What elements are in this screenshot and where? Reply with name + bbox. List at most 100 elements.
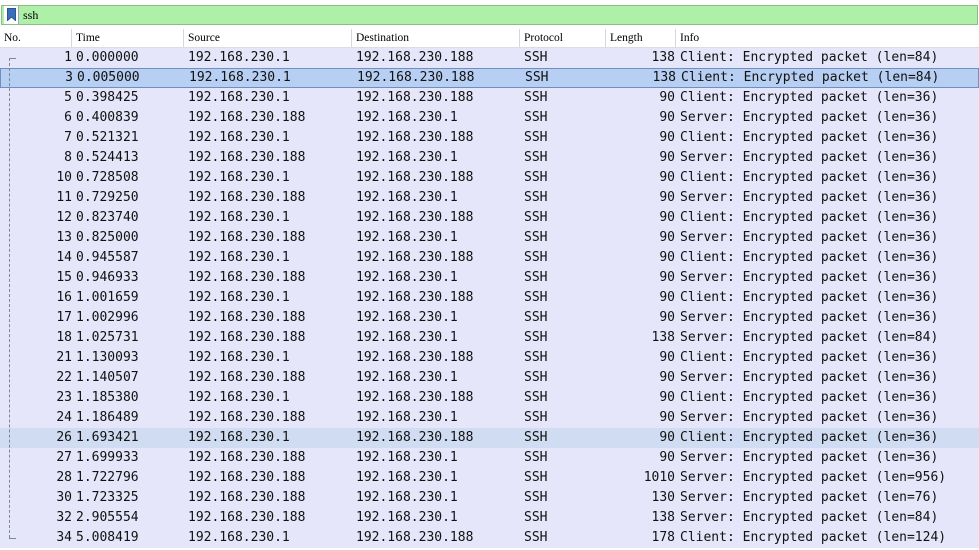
- packet-row[interactable]: 15 0.946933 192.168.230.188 192.168.230.1 SS…: [0, 268, 979, 288]
- packet-number: 16: [56, 290, 72, 305]
- packet-row[interactable]: 27 1.699933 192.168.230.188 192.168.230.1 SS…: [0, 448, 979, 468]
- packet-destination: 192.168.230.1: [356, 510, 458, 525]
- packet-row[interactable]: 24 1.186489 192.168.230.188 192.168.230.1 SS…: [0, 408, 979, 428]
- packet-time: 0.398425: [76, 90, 139, 105]
- packet-protocol: SSH: [524, 290, 548, 305]
- packet-destination: 192.168.230.188: [356, 430, 474, 445]
- packet-source: 192.168.230.1: [189, 70, 291, 85]
- packet-length: 138: [651, 510, 675, 525]
- packet-protocol: SSH: [524, 50, 548, 65]
- packet-source: 192.168.230.1: [188, 390, 290, 405]
- packet-length: 90: [659, 170, 675, 185]
- packet-length: 90: [659, 410, 675, 425]
- packet-row[interactable]: 8 0.524413 192.168.230.188 192.168.230.1 SSH…: [0, 148, 979, 168]
- packet-row[interactable]: 11 0.729250 192.168.230.188 192.168.230.1 SS…: [0, 188, 979, 208]
- column-header-info[interactable]: Info: [676, 29, 979, 47]
- packet-source: 192.168.230.188: [188, 190, 306, 205]
- packet-destination: 192.168.230.188: [356, 290, 474, 305]
- packet-row[interactable]: 21 1.130093 192.168.230.1 192.168.230.188 SS…: [0, 348, 979, 368]
- packet-protocol: SSH: [524, 430, 548, 445]
- packet-source: 192.168.230.1: [188, 130, 290, 145]
- packet-length: 90: [659, 310, 675, 325]
- packet-source: 192.168.230.188: [188, 510, 306, 525]
- packet-number: 12: [56, 210, 72, 225]
- packet-time: 2.905554: [76, 510, 139, 525]
- packet-row[interactable]: 18 1.025731 192.168.230.188 192.168.230.1 SS…: [0, 328, 979, 348]
- column-header-protocol[interactable]: Protocol: [520, 29, 606, 47]
- packet-number: 17: [56, 310, 72, 325]
- packet-row[interactable]: 23 1.185380 192.168.230.1 192.168.230.188 SS…: [0, 388, 979, 408]
- packet-row[interactable]: 13 0.825000 192.168.230.188 192.168.230.1 SS…: [0, 228, 979, 248]
- packet-info: Client: Encrypted packet (len=84): [680, 50, 939, 65]
- packet-row[interactable]: 6 0.400839 192.168.230.188 192.168.230.1 SSH…: [0, 108, 979, 128]
- packet-info: Server: Encrypted packet (len=36): [680, 190, 939, 205]
- packet-source: 192.168.230.1: [188, 350, 290, 365]
- packet-row[interactable]: 17 1.002996 192.168.230.188 192.168.230.1 SS…: [0, 308, 979, 328]
- packet-info: Server: Encrypted packet (len=36): [680, 310, 939, 325]
- packet-time: 0.400839: [76, 110, 139, 125]
- packet-length: 1010: [643, 470, 675, 485]
- packet-row[interactable]: 32 2.905554 192.168.230.188 192.168.230.1 SS…: [0, 508, 979, 528]
- packet-protocol: SSH: [524, 390, 548, 405]
- packet-protocol: SSH: [524, 470, 548, 485]
- packet-time: 1.185380: [76, 390, 139, 405]
- packet-time: 0.946933: [76, 270, 139, 285]
- packet-row[interactable]: 34 5.008419 192.168.230.1 192.168.230.188 SS…: [0, 528, 979, 548]
- packet-destination: 192.168.230.1: [356, 490, 458, 505]
- packet-row[interactable]: 30 1.723325 192.168.230.188 192.168.230.1 SS…: [0, 488, 979, 508]
- packet-destination: 192.168.230.188: [356, 170, 474, 185]
- column-header-destination[interactable]: Destination: [352, 29, 520, 47]
- packet-source: 192.168.230.1: [188, 250, 290, 265]
- packet-destination: 192.168.230.188: [356, 210, 474, 225]
- packet-row[interactable]: 12 0.823740 192.168.230.1 192.168.230.188 SS…: [0, 208, 979, 228]
- packet-row[interactable]: 7 0.521321 192.168.230.1 192.168.230.188 SSH…: [0, 128, 979, 148]
- packet-time: 0.945587: [76, 250, 139, 265]
- packet-number: 14: [56, 250, 72, 265]
- packet-source: 192.168.230.188: [188, 270, 306, 285]
- packet-row[interactable]: 1 0.000000 192.168.230.1 192.168.230.188 SSH…: [0, 48, 979, 68]
- column-header-time[interactable]: Time: [72, 29, 184, 47]
- packet-info: Server: Encrypted packet (len=956): [680, 470, 947, 485]
- packet-info: Client: Encrypted packet (len=36): [680, 430, 939, 445]
- packet-row[interactable]: 16 1.001659 192.168.230.1 192.168.230.188 SS…: [0, 288, 979, 308]
- column-header-length[interactable]: Length: [606, 29, 676, 47]
- packet-protocol: SSH: [524, 230, 548, 245]
- packet-source: 192.168.230.188: [188, 110, 306, 125]
- packet-row[interactable]: 28 1.722796 192.168.230.188 192.168.230.1 SS…: [0, 468, 979, 488]
- packet-length: 90: [659, 370, 675, 385]
- packet-protocol: SSH: [524, 530, 548, 545]
- packet-time: 5.008419: [76, 530, 139, 545]
- packet-length: 130: [651, 490, 675, 505]
- packet-protocol: SSH: [524, 510, 548, 525]
- packet-length: 90: [659, 450, 675, 465]
- packet-length: 90: [659, 110, 675, 125]
- packet-row[interactable]: 10 0.728508 192.168.230.1 192.168.230.188 SS…: [0, 168, 979, 188]
- column-header-source[interactable]: Source: [184, 29, 352, 47]
- packet-destination: 192.168.230.188: [356, 130, 474, 145]
- packet-info: Server: Encrypted packet (len=36): [680, 150, 939, 165]
- packet-length: 90: [659, 250, 675, 265]
- packet-number: 24: [56, 410, 72, 425]
- packet-length: 90: [659, 210, 675, 225]
- filter-bookmark-button[interactable]: [4, 6, 19, 24]
- column-header-no[interactable]: No.: [0, 29, 72, 47]
- packet-number: 3: [65, 70, 73, 85]
- packet-destination: 192.168.230.1: [356, 270, 458, 285]
- packet-row[interactable]: 5 0.398425 192.168.230.1 192.168.230.188 SSH…: [0, 88, 979, 108]
- display-filter-input[interactable]: ssh: [1, 5, 978, 25]
- packet-time: 0.005000: [77, 70, 140, 85]
- packet-length: 90: [659, 390, 675, 405]
- packet-time: 1.025731: [76, 330, 139, 345]
- packet-row[interactable]: 3 0.005000 192.168.230.1 192.168.230.188 SSH…: [0, 68, 979, 88]
- packet-info: Server: Encrypted packet (len=36): [680, 230, 939, 245]
- packet-time: 1.699933: [76, 450, 139, 465]
- packet-number: 13: [56, 230, 72, 245]
- packet-source: 192.168.230.188: [188, 490, 306, 505]
- packet-info: Server: Encrypted packet (len=84): [680, 510, 939, 525]
- packet-protocol: SSH: [524, 150, 548, 165]
- packet-row[interactable]: 14 0.945587 192.168.230.1 192.168.230.188 SS…: [0, 248, 979, 268]
- packet-source: 192.168.230.1: [188, 530, 290, 545]
- packet-source: 192.168.230.1: [188, 50, 290, 65]
- packet-row[interactable]: 22 1.140507 192.168.230.188 192.168.230.1 SS…: [0, 368, 979, 388]
- packet-row[interactable]: 26 1.693421 192.168.230.1 192.168.230.188 SS…: [0, 428, 979, 448]
